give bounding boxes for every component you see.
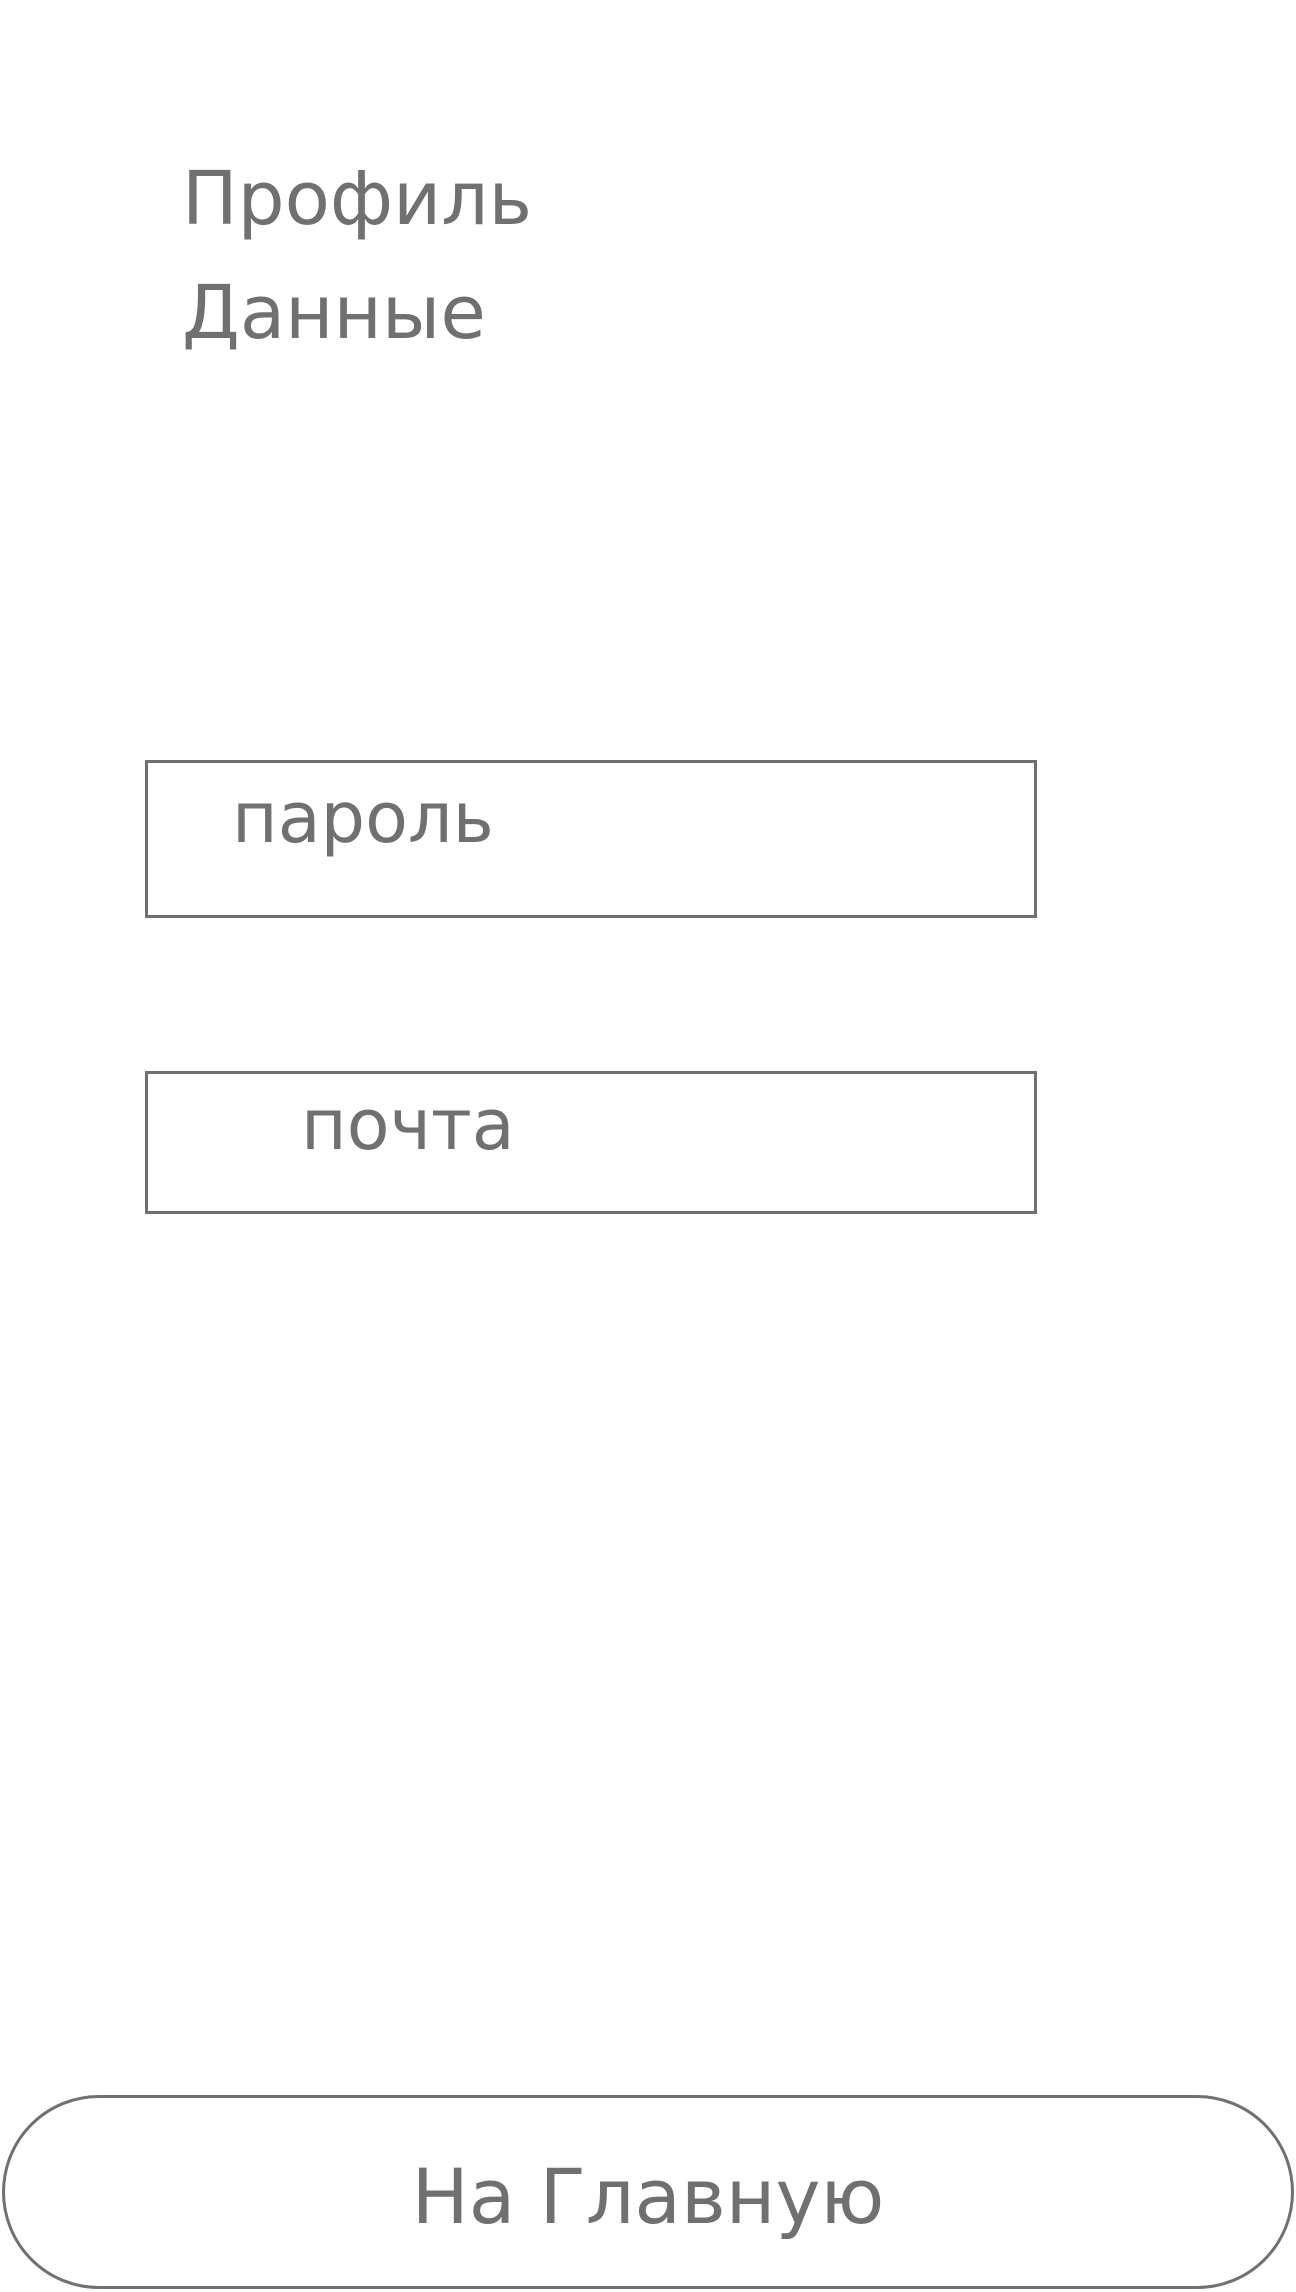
home-button[interactable]: На Главную: [2, 2095, 1294, 2289]
email-field-label: почта: [301, 1084, 515, 1166]
page-title: Профиль: [182, 156, 533, 242]
page-subtitle: Данные: [182, 270, 486, 356]
email-field[interactable]: почта: [145, 1071, 1037, 1214]
password-field[interactable]: пароль: [145, 760, 1037, 918]
password-field-label: пароль: [232, 777, 494, 859]
home-button-label: На Главную: [411, 2152, 885, 2241]
